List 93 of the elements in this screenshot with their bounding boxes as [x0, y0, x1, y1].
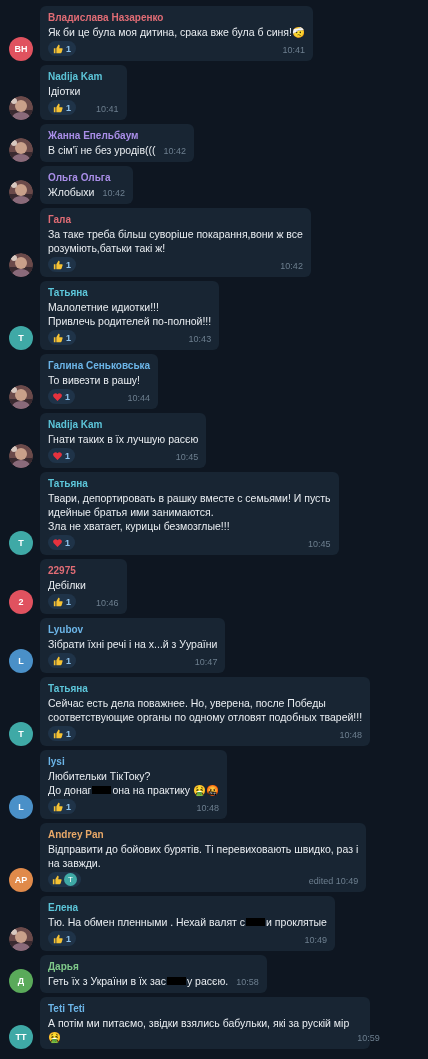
message-time: 10:58: [236, 976, 259, 988]
message-text: Твари, депортировать в рашку вместе с семьями! И пусть: [48, 491, 331, 505]
message-text: у расєю.: [186, 974, 229, 988]
author-name: Гала: [48, 213, 72, 227]
thumbs-up-icon: [53, 259, 63, 270]
reaction-chip[interactable]: 1: [48, 389, 75, 404]
thumbs-up-icon: [53, 728, 63, 739]
message-time: 10:49: [304, 934, 327, 946]
reaction-chip[interactable]: 1: [48, 726, 76, 741]
message-text: Ідіотки: [48, 84, 81, 98]
reaction-chip[interactable]: 1: [48, 594, 76, 609]
message-time: 10:43: [188, 333, 212, 345]
message-text: Тю. На обмен пленными . Нехай валят с: [48, 915, 246, 929]
reaction-chip[interactable]: 1: [48, 41, 76, 56]
message-text: розуміють,батьки такі ж!: [48, 241, 166, 255]
author-name: 22975: [48, 564, 77, 578]
redaction-bar: [92, 786, 112, 794]
message-text: Зібрати їхні речі і на х...й з Уураїни: [48, 637, 218, 651]
message-time: 10:44: [127, 392, 151, 404]
author-name: Nadija Kam: [48, 70, 104, 84]
heart-icon: [53, 538, 62, 547]
reaction-chip[interactable]: 1: [48, 100, 76, 115]
message-time: 10:42: [102, 187, 125, 199]
thumbs-up-icon: [53, 933, 63, 944]
reaction-chip[interactable]: 1: [48, 330, 76, 345]
thumbs-up-icon: [53, 332, 63, 343]
reaction-chip[interactable]: 1: [48, 799, 76, 814]
message-text: А потім ми питаємо, звідки взялись бабульки, які за рускій мір: [48, 1016, 350, 1030]
message-text: 🤮: [48, 1030, 61, 1044]
message-text: соответствующие органы по одному отловят подобных тварей!!!: [48, 710, 363, 724]
message-text: на завжди.: [48, 856, 101, 870]
heart-icon: [53, 392, 62, 401]
reactor-avatar: T: [64, 873, 77, 886]
author-name: Teti Teti: [48, 1002, 86, 1016]
thumbs-up-icon: [53, 43, 63, 54]
redaction-bar: [166, 977, 186, 985]
message-time: 10:41: [96, 103, 119, 115]
message-time: 10:45: [308, 538, 331, 550]
reaction-chip[interactable]: 1: [48, 257, 76, 272]
message-time: 10:41: [282, 44, 305, 56]
author-name: Татьяна: [48, 682, 89, 696]
thumbs-up-icon: [53, 596, 63, 607]
message-text: Любительки ТікТоку?: [48, 769, 151, 783]
message-text: В сім'ї не без уродів(((: [48, 143, 156, 157]
thumbs-up-icon: [52, 874, 62, 885]
avatar[interactable]: 2: [9, 590, 33, 614]
author-name: Галина Сеньковська: [48, 359, 151, 373]
reaction-chip[interactable]: 1: [48, 931, 76, 946]
reaction-chip[interactable]: 1: [48, 535, 75, 550]
message-text: идейные братья ими занимаются.: [48, 505, 214, 519]
author-name: Татьяна: [48, 477, 89, 491]
author-name: Жанна Епельбаум: [48, 129, 140, 143]
message-text: Жлобыхи: [48, 185, 95, 199]
author-name: Andrey Pan: [48, 828, 105, 842]
message-text: Сейчас есть дела поважнее. Но, уверена, после Победы: [48, 696, 326, 710]
heart-icon: [53, 451, 62, 460]
thumbs-up-icon: [53, 801, 63, 812]
message-text: Геть їх з України в їх зас: [48, 974, 166, 988]
author-name: Nadija Kam: [48, 418, 104, 432]
message-time: 10:45: [175, 451, 199, 463]
message-text: она на практику 🤮🤬: [112, 783, 219, 797]
thumbs-up-icon: [53, 655, 63, 666]
message-time: 10:48: [339, 729, 362, 741]
author-name: lysi: [48, 755, 66, 769]
message-text: Привлечь родителей по-полной!!!: [48, 314, 212, 328]
message-text: То вивезти в рашу!: [48, 373, 141, 387]
message-text: За таке треба більш суворіше покарання,вони ж все: [48, 227, 303, 241]
message-time: 10:48: [196, 802, 219, 814]
author-name: Татьяна: [48, 286, 89, 300]
reaction-chip[interactable]: 1: [48, 448, 75, 463]
redaction-bar: [246, 918, 266, 926]
author-name: Ольга Ольга: [48, 171, 112, 185]
thumbs-up-icon: [53, 102, 63, 113]
message-time: 10:46: [96, 597, 119, 609]
author-name: Елена: [48, 901, 80, 915]
author-name: Дарья: [48, 960, 80, 974]
avatar[interactable]: ВН: [9, 37, 33, 61]
message-time: 10:59: [357, 1032, 380, 1044]
message-text: Як би це була моя дитина, срака вже була б синя!🤕: [48, 25, 305, 39]
message-text: До донаг: [48, 783, 92, 797]
author-name: Lyubov: [48, 623, 85, 637]
message-time: 10:42: [163, 145, 186, 157]
message-time: edited 10:49: [308, 875, 359, 887]
message-text: Гнати таких в їх лучшую расєю: [48, 432, 199, 446]
message-time: 10:42: [280, 260, 303, 272]
message-text: Дебілки: [48, 578, 86, 592]
message-text: Малолетние идиотки!!!: [48, 300, 159, 314]
message-text: Зла не хватает, курицы безмозглые!!!: [48, 519, 230, 533]
message-text: Відправити до бойових бурятів. Ті перевиховають швидко, раз і: [48, 842, 359, 856]
author-name: Владислава Назаренко: [48, 11, 165, 25]
message-text: и проклятые: [266, 915, 327, 929]
message-time: 10:47: [194, 656, 218, 668]
reaction-chip[interactable]: 1: [48, 653, 76, 668]
